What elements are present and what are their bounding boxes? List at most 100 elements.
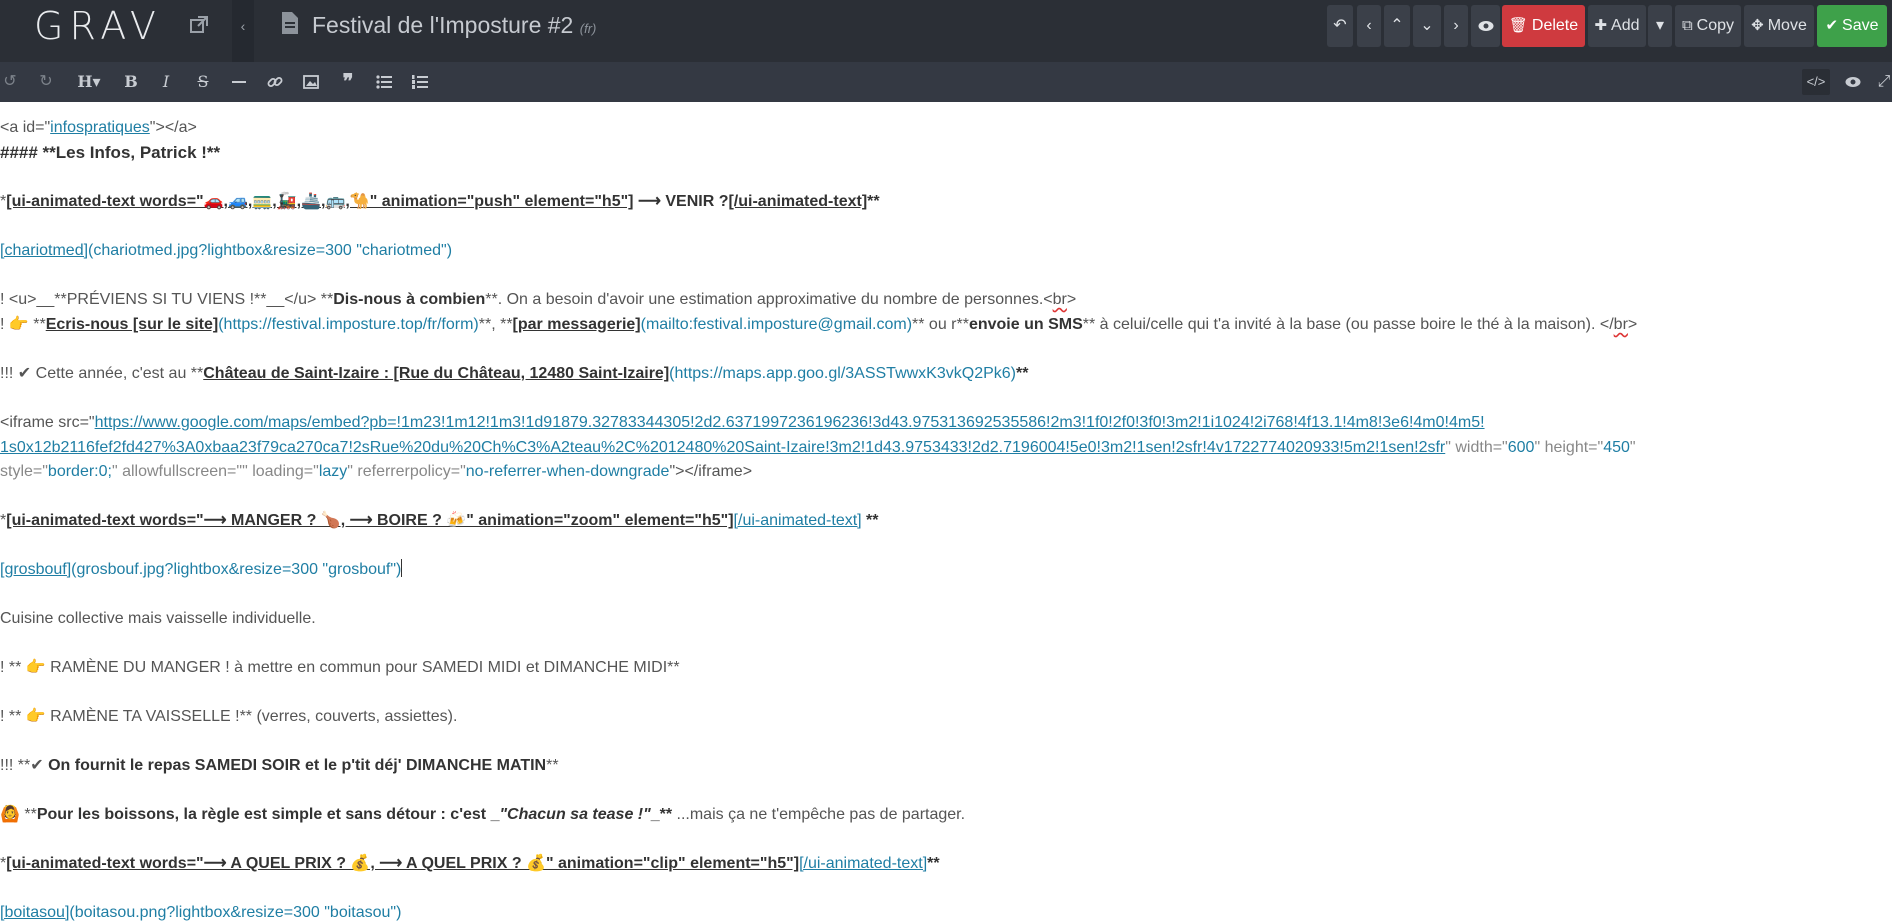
italic-icon: I [162, 72, 170, 91]
quote-button[interactable]: ❞ [338, 69, 358, 95]
line-4-image-src: (chariotmed.jpg?lightbox&resize=300 "cha… [88, 242, 453, 259]
undo-icon: ↺ [3, 73, 17, 90]
undo-button[interactable]: ↺ [0, 69, 20, 95]
bullet-list-button[interactable] [374, 69, 394, 95]
previous-page-button[interactable]: ‹ [1357, 5, 1381, 47]
editor-toolbar: ↺ ↻ H▾ B I S ❞ </> ⤢ [0, 62, 1892, 102]
external-link-icon[interactable] [189, 15, 211, 37]
line-10-attr-allowfullscreen: " allowfullscreen=" [111, 463, 243, 480]
line-10-attr-referrerpolicy: " referrerpolicy=" [347, 463, 466, 480]
chevron-right-icon: › [1453, 17, 1459, 34]
bold-button[interactable]: B [121, 69, 141, 95]
page-title: Festival de l'Imposture #2 (fr) [312, 10, 596, 44]
line-10-referrerpolicy-value: no-referrer-when-downgrade [465, 463, 670, 480]
line-6-url-mail: (mailto:festival.imposture@gmail.com) [640, 316, 913, 333]
chevron-left-icon: ‹ [1366, 17, 1372, 34]
italic-button[interactable]: I [156, 69, 176, 95]
editor-line-1: <a id="infospratiques"></a> [0, 116, 197, 140]
line-9-height-value: 450 [1603, 439, 1630, 456]
line-5-text-b: Dis-nous à combien [333, 291, 486, 308]
bold-icon: B [124, 72, 138, 91]
move-button-label: Move [1767, 17, 1807, 34]
markdown-editor[interactable]: <a id="infospratiques"></a> #### **Les I… [0, 102, 1892, 923]
add-button-label: Add [1611, 17, 1640, 34]
editor-line-3: *[ui-animated-text words="🚗,🚙,🚃,🚂,🚢,🚌,🐪"… [0, 190, 880, 214]
page-language: (fr) [579, 21, 597, 36]
line-11-text-d: ** [861, 512, 879, 529]
line-6-text-j: br [1613, 316, 1628, 333]
code-view-button[interactable]: </> [1802, 69, 1830, 95]
check-icon: ✔ [1825, 17, 1839, 34]
editor-line-17: 🙆 **Pour les boissons, la règle est simp… [0, 803, 965, 827]
line-17-text-b: Pour les boissons, la règle est simple e… [36, 806, 500, 823]
copy-button[interactable]: ⧉ Copy [1675, 5, 1741, 47]
fullscreen-button[interactable]: ⤢ [1876, 69, 1892, 95]
add-button[interactable]: ✚ Add [1588, 5, 1646, 47]
line-7-url: (https://maps.app.goo.gl/3ASSTwwxK3vkQ2P… [669, 365, 1016, 382]
editor-line-9: 1s0x12b2116fef2fd427%3A0xbaa23f79ca270ca… [0, 436, 1636, 460]
line-5-text-a: ! <u>__**PRÉVIENS SI TU VIENS !**__</u> … [0, 291, 334, 308]
line-17-text-e: ...mais ça ne t'empêche pas de partager. [672, 806, 966, 823]
line-7-text-d: ** [1015, 365, 1029, 382]
add-dropdown-button[interactable]: ▾ [1648, 5, 1672, 47]
editor-line-12: [grosbouf](grosbouf.jpg?lightbox&resize=… [0, 558, 403, 582]
line-5-text-e: > [1066, 291, 1077, 308]
sidebar-toggle[interactable]: ‹ [232, 0, 254, 62]
line-6-link-site: Ecris-nous [sur le site] [45, 316, 219, 333]
save-button[interactable]: ✔ Save [1817, 5, 1887, 47]
line-4-image-alt: [chariotmed] [0, 242, 89, 259]
delete-button-label: Delete [1531, 17, 1579, 34]
numbered-list-button[interactable] [410, 69, 430, 95]
copy-icon: ⧉ [1681, 17, 1693, 34]
redo-icon: ↻ [39, 73, 53, 90]
revert-button[interactable]: ↶ [1327, 5, 1353, 47]
line-10-attr-style: style=" [0, 463, 48, 480]
line-6-text-h: envoie un SMS [968, 316, 1083, 333]
link-button[interactable] [265, 69, 285, 95]
strikethrough-button[interactable]: S [193, 69, 213, 95]
quote-icon: ❞ [342, 71, 354, 93]
redo-button[interactable]: ↻ [36, 69, 56, 95]
horizontal-rule-button[interactable] [229, 69, 249, 95]
editor-line-4: [chariotmed](chariotmed.jpg?lightbox&res… [0, 239, 452, 263]
line-9-width-value: 600 [1507, 439, 1535, 456]
line-6-text-k: > [1627, 316, 1638, 333]
grav-logo[interactable]: GRAV [34, 6, 162, 46]
editor-line-7: !!! ✔ Cette année, c'est au **Château de… [0, 362, 1028, 386]
line-17-text-d: _** [650, 806, 673, 823]
link-icon [265, 74, 285, 90]
move-up-button[interactable]: ⌃ [1384, 5, 1410, 47]
preview-toggle-button[interactable] [1840, 69, 1866, 95]
save-button-label: Save [1842, 17, 1879, 34]
document-icon [282, 12, 298, 34]
eye-icon [1478, 19, 1494, 36]
line-12-image-src: (grosbouf.jpg?lightbox&resize=300 "grosb… [71, 561, 402, 578]
line-11-shortcode-close: [/ui-animated-text] [733, 512, 862, 529]
line-9-text-f: " [1629, 439, 1636, 456]
top-bar: GRAV ‹ Festival de l'Imposture #2 (fr) ↶… [0, 0, 1892, 62]
line-7-text-a: !!! ✔ Cette année, c'est au ** [0, 365, 204, 382]
chevron-left-icon: ‹ [240, 18, 246, 34]
heading-button[interactable]: H▾ [72, 69, 106, 95]
line-16-text-c: ** [546, 757, 559, 774]
line-5-text-c: **. On a besoin d'avoir une estimation a… [485, 291, 1053, 308]
move-down-button[interactable]: ⌄ [1413, 5, 1441, 47]
line-1-anchor-id: infospratiques [50, 119, 150, 136]
line-6-url-site: (https://festival.imposture.top/fr/form) [218, 316, 479, 333]
line-7-link-text: Château de Saint-Izaire : [Rue du Châtea… [203, 365, 670, 382]
text-cursor [401, 559, 403, 577]
move-button[interactable]: ✥ Move [1744, 5, 1814, 47]
preview-button[interactable] [1471, 5, 1500, 47]
editor-line-14: ! ** 👉 RAMÈNE DU MANGER ! à mettre en co… [0, 659, 680, 676]
line-1-text-c: "></a> [149, 119, 197, 136]
line-17-text-c: "Chacun sa tease !" [499, 806, 651, 823]
trash-icon: 🗑 [1508, 17, 1528, 34]
plus-icon: ✚ [1594, 17, 1608, 34]
image-button[interactable] [301, 69, 321, 95]
code-icon: </> [1806, 74, 1826, 89]
line-9-attr-width: " width=" [1445, 439, 1508, 456]
next-page-button[interactable]: › [1444, 5, 1468, 47]
numbered-list-icon [410, 75, 430, 89]
delete-button[interactable]: 🗑 Delete [1502, 5, 1585, 47]
editor-line-18: *[ui-animated-text words="⟶ A QUEL PRIX … [0, 852, 940, 876]
